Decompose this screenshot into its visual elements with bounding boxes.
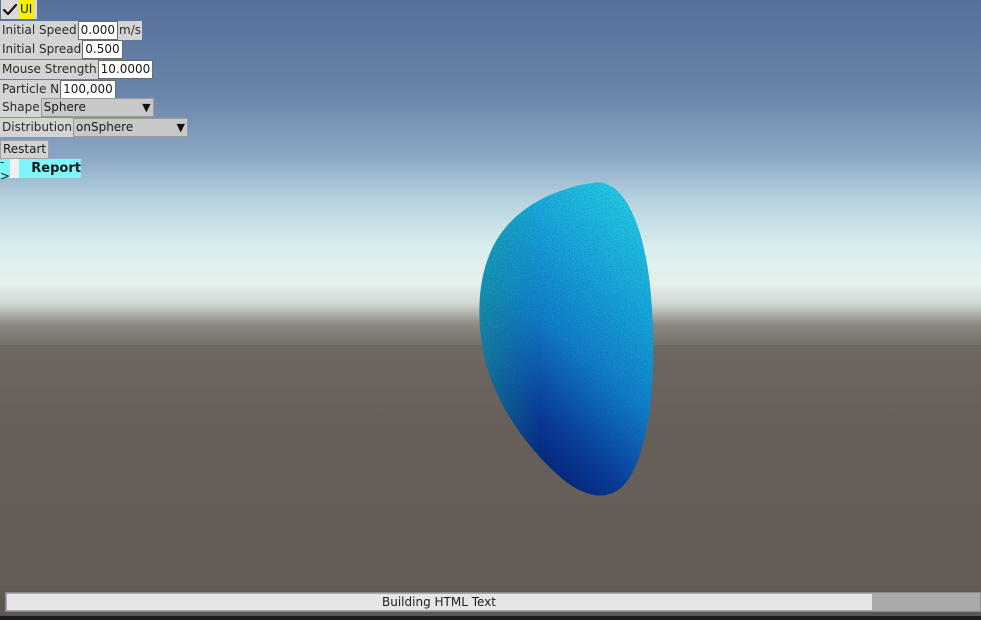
initial-speed-label: Initial Speed (0, 21, 78, 40)
initial-spread-row: Initial Spread 0.500 (0, 40, 123, 59)
ui-toggle-label: UI (19, 0, 35, 19)
report-toggle[interactable] (10, 159, 20, 178)
particle-n-row: Particle N 100,000 (0, 80, 116, 99)
mouse-strength-label: Mouse Strength (0, 60, 98, 79)
ui-visibility-toggle[interactable]: UI (1, 0, 37, 19)
mouse-strength-row: Mouse Strength 10.0000 (0, 60, 154, 79)
initial-spread-label: Initial Spread (0, 40, 83, 59)
progress-text: Building HTML Text (382, 595, 496, 609)
report-arrow: -> (0, 154, 11, 183)
progress-bar: Building HTML Text (5, 592, 981, 612)
particle-n-input[interactable]: 100,000 (60, 80, 116, 99)
shape-label: Shape (0, 98, 41, 117)
report-label[interactable]: Report (31, 161, 81, 176)
check-icon[interactable] (1, 1, 19, 19)
initial-spread-input[interactable]: 0.500 (82, 40, 123, 59)
triangle-down-icon[interactable]: ▼ (177, 119, 185, 136)
window-bottom-edge (0, 616, 981, 620)
mouse-strength-input[interactable]: 10.0000 (97, 60, 154, 79)
report-row: -> Report (0, 155, 81, 183)
shape-selected-value: Sphere (43, 100, 86, 114)
particle-cloud[interactable] (470, 175, 670, 505)
triangle-down-icon[interactable]: ▼ (142, 99, 150, 116)
distribution-selected-value: onSphere (76, 120, 134, 134)
distribution-row: Distribution onSphere ▼ (0, 118, 189, 137)
shape-dropdown[interactable]: Sphere ▼ (40, 98, 154, 117)
initial-speed-input[interactable]: 0.000 (77, 21, 118, 40)
particle-n-label: Particle N (0, 80, 61, 99)
shape-row: Shape Sphere ▼ (0, 98, 154, 117)
initial-speed-row: Initial Speed 0.000 m/s (0, 21, 142, 40)
initial-speed-unit: m/s (118, 21, 142, 40)
distribution-label: Distribution (0, 118, 74, 137)
distribution-dropdown[interactable]: onSphere ▼ (73, 118, 189, 137)
